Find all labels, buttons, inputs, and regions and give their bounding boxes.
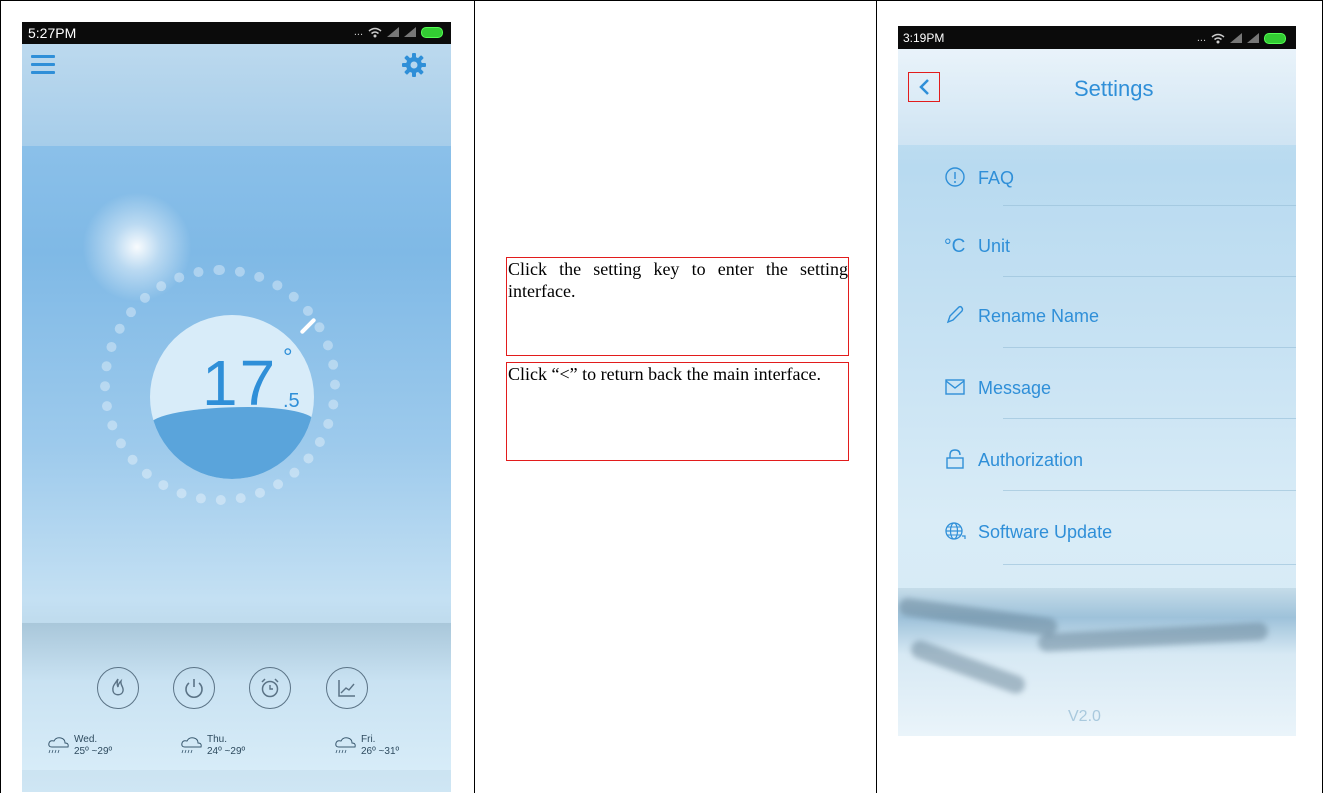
temperature-value: 17 <box>202 347 278 419</box>
info-circle-icon <box>945 167 965 187</box>
divider <box>1003 418 1296 419</box>
signal-icon-2 <box>1247 33 1259 43</box>
envelope-icon <box>945 379 965 395</box>
table-top-border <box>0 0 1323 1</box>
status-bar: 5:27PM ... <box>22 22 451 44</box>
status-icons: ... <box>1197 32 1286 44</box>
celsius-icon: °C <box>944 236 966 257</box>
wifi-icon <box>1211 33 1225 43</box>
battery-icon <box>1264 32 1286 44</box>
alarm-clock-icon <box>261 678 279 698</box>
forecast-day: Fri. <box>361 734 376 745</box>
back-button[interactable] <box>908 72 940 102</box>
signal-icon-2 <box>404 27 416 37</box>
forecast-range: 24º ~29º <box>207 746 246 757</box>
status-time: 5:27PM <box>28 25 77 41</box>
pencil-icon <box>946 305 964 324</box>
status-icons: ... <box>354 26 443 38</box>
timer-button[interactable] <box>249 667 291 709</box>
page-title: Settings <box>1074 76 1154 101</box>
status-time: 3:19PM <box>903 31 945 45</box>
heat-mode-button[interactable] <box>97 667 139 709</box>
signal-icon <box>1230 33 1242 43</box>
menu-item-label: Software Update <box>978 522 1113 542</box>
chevron-left-icon <box>919 79 929 95</box>
menu-item-label: Unit <box>978 236 1011 256</box>
divider <box>1003 564 1296 565</box>
lock-icon <box>946 449 964 469</box>
more-dots: ... <box>1196 32 1206 44</box>
menu-item-label: Message <box>978 378 1052 398</box>
menu-item-label: FAQ <box>978 168 1015 188</box>
cloud-rain-icon <box>335 737 356 754</box>
instruction-box-settings: Click the setting key to enter the setti… <box>506 257 849 356</box>
divider <box>1003 490 1296 491</box>
more-dots: ... <box>353 26 363 38</box>
menu-item-label: Rename Name <box>978 306 1100 326</box>
status-bar: 3:19PM ... <box>898 26 1296 49</box>
wifi-icon <box>368 27 382 37</box>
cloud-rain-icon <box>181 737 202 754</box>
signal-icon <box>387 27 399 37</box>
table-column-divider-1 <box>474 0 475 793</box>
flame-icon <box>112 678 124 696</box>
forecast-range: 25º ~29º <box>74 746 113 757</box>
statistics-button[interactable] <box>326 667 368 709</box>
instruction-box-back: Click “<” to return back the main interf… <box>506 362 849 461</box>
divider <box>1003 205 1296 206</box>
app-version: V2.0 <box>1068 708 1101 725</box>
forecast-day: Wed. <box>74 734 98 745</box>
globe-icon <box>945 522 966 540</box>
gear-icon[interactable] <box>401 52 427 78</box>
degree-symbol: ° <box>283 344 293 371</box>
instruction-text: Click “<” to return back the main interf… <box>508 364 822 384</box>
power-icon <box>185 679 203 698</box>
menu-item-label: Authorization <box>978 450 1084 470</box>
hamburger-menu-icon[interactable] <box>31 55 55 75</box>
table-left-border <box>0 0 1 793</box>
forecast-day: Thu. <box>207 734 228 745</box>
header-band <box>22 44 451 146</box>
instruction-text: Click the setting key to enter the setti… <box>508 259 848 301</box>
battery-icon <box>421 26 443 38</box>
forecast-range: 26º ~31º <box>361 746 400 757</box>
divider <box>1003 347 1296 348</box>
power-button[interactable] <box>173 667 215 709</box>
table-column-divider-2 <box>876 0 877 793</box>
divider <box>1003 276 1296 277</box>
cloud-rain-icon <box>48 737 69 754</box>
chart-icon <box>338 680 355 697</box>
temperature-decimal: .5 <box>283 390 300 412</box>
